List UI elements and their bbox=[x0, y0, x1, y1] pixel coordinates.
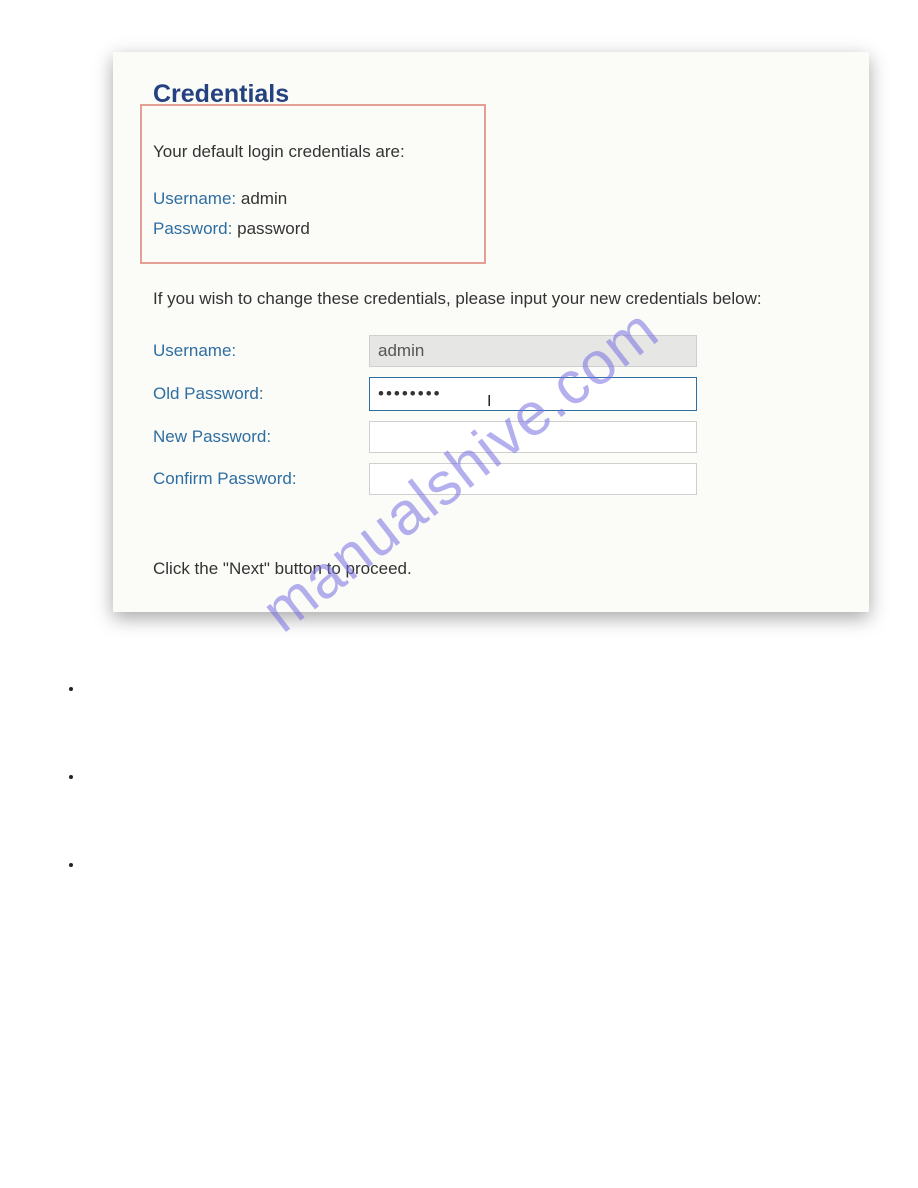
old-password-input[interactable] bbox=[369, 377, 697, 411]
new-password-input[interactable] bbox=[369, 421, 697, 453]
username-input bbox=[369, 335, 697, 367]
defaults-username-value: admin bbox=[241, 189, 287, 208]
change-instruction: If you wish to change these credentials,… bbox=[153, 289, 833, 309]
defaults-username-label: Username: bbox=[153, 189, 236, 208]
username-label: Username: bbox=[153, 341, 369, 361]
old-password-label: Old Password: bbox=[153, 384, 369, 404]
confirm-password-label: Confirm Password: bbox=[153, 469, 369, 489]
proceed-instruction: Click the "Next" button to proceed. bbox=[153, 559, 833, 579]
defaults-username-line: Username: admin bbox=[153, 184, 833, 215]
panel-title: Credentials bbox=[153, 80, 833, 109]
credentials-form: Username: Old Password: I New Password: … bbox=[153, 335, 833, 495]
default-credentials-block: Your default login credentials are: User… bbox=[153, 137, 833, 245]
bullet-list bbox=[60, 680, 84, 944]
defaults-password-value: password bbox=[237, 219, 310, 238]
defaults-password-line: Password: password bbox=[153, 214, 833, 245]
defaults-password-label: Password: bbox=[153, 219, 232, 238]
new-password-label: New Password: bbox=[153, 427, 369, 447]
defaults-intro: Your default login credentials are: bbox=[153, 137, 833, 168]
credentials-panel: Credentials Your default login credentia… bbox=[113, 52, 869, 612]
confirm-password-input[interactable] bbox=[369, 463, 697, 495]
